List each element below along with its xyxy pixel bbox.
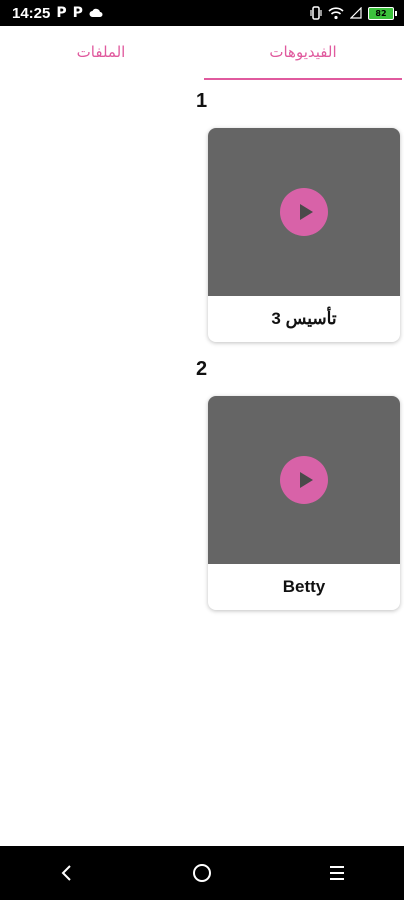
recents-button[interactable]: [307, 846, 367, 900]
app-notification-icon: P: [56, 5, 67, 21]
play-button[interactable]: [280, 456, 328, 504]
cloud-icon: [89, 8, 103, 17]
tab-files[interactable]: الملفات: [0, 26, 202, 80]
back-icon: [61, 865, 72, 881]
video-title: تأسيس 3: [271, 309, 337, 328]
tab-bar: الفيديوهات الملفات: [0, 26, 404, 80]
app-notification-icon: P: [72, 5, 83, 21]
status-left: 14:25 P P: [12, 5, 103, 22]
signal-icon: [350, 7, 362, 19]
navigation-bar: [0, 846, 404, 900]
vibrate-icon: [310, 6, 322, 20]
play-icon: [299, 472, 313, 488]
video-card[interactable]: تأسيس 3: [208, 128, 400, 342]
status-time: 14:25: [12, 4, 51, 22]
battery-level: 82: [375, 8, 387, 18]
recents-icon: [329, 866, 344, 880]
video-title: Betty: [282, 577, 326, 596]
status-bar: 14:25 P P 82: [0, 0, 404, 26]
back-button[interactable]: [37, 846, 97, 900]
home-icon: [192, 864, 211, 882]
item-number: 2: [196, 358, 208, 380]
battery-icon: 82: [368, 6, 397, 20]
tab-videos[interactable]: الفيديوهات: [202, 26, 404, 80]
play-button[interactable]: [280, 188, 328, 236]
wifi-icon: [328, 7, 344, 20]
status-right: 82: [310, 6, 397, 20]
video-thumbnail[interactable]: [208, 396, 400, 564]
play-icon: [299, 204, 313, 220]
home-button[interactable]: [172, 846, 232, 900]
video-card[interactable]: Betty: [208, 396, 400, 610]
video-thumbnail[interactable]: [208, 128, 400, 296]
item-number: 1: [196, 90, 208, 112]
